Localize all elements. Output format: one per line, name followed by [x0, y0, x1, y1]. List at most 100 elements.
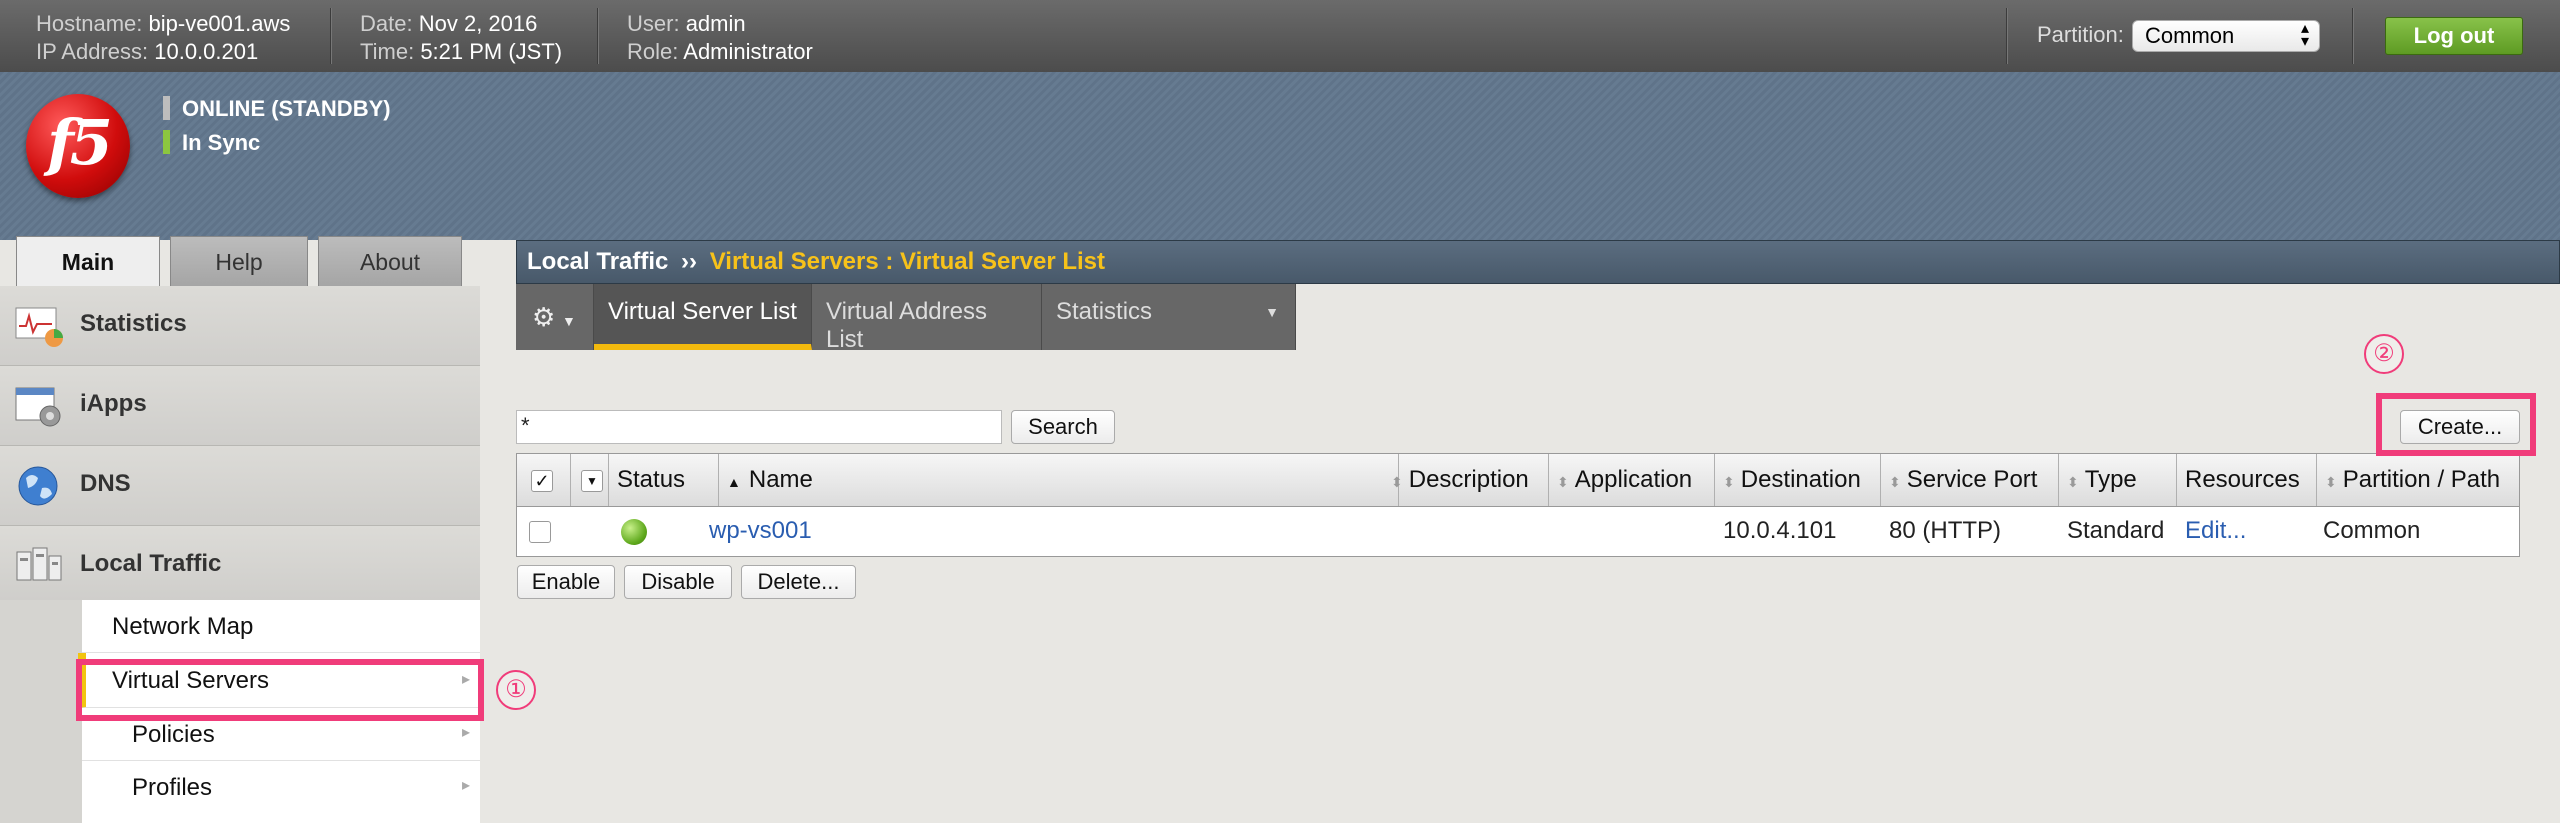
statistics-icon — [15, 307, 63, 347]
ip-value: 10.0.0.201 — [154, 39, 259, 64]
status-available-icon — [621, 519, 647, 545]
settings-menu-button[interactable]: ⚙ ▼ — [516, 284, 594, 350]
logout-button[interactable]: Log out — [2385, 17, 2523, 55]
table-header: ✓ ▼ Status ▲ Name ⬍ Description ⬍ Applicati… — [517, 454, 2519, 507]
online-status-indicator — [163, 96, 170, 120]
hostname-label: Hostname: — [36, 11, 143, 36]
type-cell: Standard — [2067, 517, 2165, 544]
time-label: Time: — [360, 39, 415, 64]
enable-button[interactable]: Enable — [517, 565, 615, 599]
partition-cell: Common — [2323, 517, 2421, 544]
column-service-port[interactable]: ⬍ Service Port — [1881, 454, 2059, 506]
delete-button[interactable]: Delete... — [741, 565, 856, 599]
sort-icon: ⬍ — [1391, 474, 1403, 490]
host-info: Hostname: bip-ve001.aws IP Address: 10.0… — [36, 10, 290, 66]
sidebar-item-statistics[interactable]: Statistics — [0, 286, 480, 366]
chevron-down-icon: ▼ — [561, 313, 576, 329]
breadcrumb-separator: ›› — [681, 248, 698, 275]
sort-ascending-icon: ▲ — [727, 474, 741, 490]
annotation-highlight-create — [2376, 393, 2536, 456]
virtual-server-table: ✓ ▼ Status ▲ Name ⬍ Description ⬍ Applicati… — [516, 453, 2520, 557]
checkmark-icon: ✓ — [531, 469, 553, 492]
breadcrumb-section[interactable]: Local Traffic — [527, 248, 668, 275]
tab-virtual-server-list[interactable]: Virtual Server List — [594, 284, 812, 350]
annotation-highlight-virtual-servers — [76, 659, 484, 721]
tab-statistics[interactable]: Statistics ▼ — [1042, 284, 1296, 350]
search-button[interactable]: Search — [1011, 410, 1115, 444]
time-value: 5:21 PM (JST) — [420, 39, 563, 64]
search-input[interactable]: * — [516, 410, 1002, 444]
partition-select[interactable]: Common ▴ ▾ — [2132, 20, 2320, 52]
service-port-cell: 80 (HTTP) — [1889, 517, 2002, 544]
gear-icon: ⚙ — [532, 302, 556, 332]
resources-edit-link[interactable]: Edit... — [2185, 506, 2246, 556]
tab-help[interactable]: Help — [170, 236, 308, 286]
logo-text: f5 — [47, 106, 113, 179]
top-bar: Hostname: bip-ve001.aws IP Address: 10.0… — [0, 0, 2560, 72]
column-description[interactable]: ⬍ Description — [1383, 454, 1549, 506]
column-resources: Resources — [2177, 454, 2317, 506]
tab-main[interactable]: Main — [16, 236, 160, 288]
ip-label: IP Address: — [36, 39, 149, 64]
sidebar-item-label: Local Traffic — [80, 550, 222, 577]
local-traffic-icon — [16, 547, 62, 581]
sort-icon: ⬍ — [1889, 474, 1901, 490]
submenu-item-profiles[interactable]: Profiles ▸ — [82, 761, 480, 814]
column-destination-label: Destination — [1740, 466, 1861, 493]
f5-logo: f5 — [26, 94, 130, 198]
date-label: Date: — [360, 11, 413, 36]
select-arrows-icon: ▴ ▾ — [2300, 20, 2309, 50]
row-checkbox[interactable] — [529, 506, 551, 556]
column-status[interactable]: Status — [609, 454, 719, 506]
column-type[interactable]: ⬍ Type — [2059, 454, 2177, 506]
sidebar-item-label: DNS — [80, 470, 131, 497]
chevron-down-icon: ▼ — [1265, 304, 1279, 320]
virtual-server-name-link[interactable]: wp-vs001 — [709, 506, 812, 556]
submenu-label: Policies — [132, 721, 215, 748]
chevron-right-icon: ▸ — [461, 777, 470, 794]
submenu-label: Profiles — [132, 774, 213, 801]
column-application[interactable]: ⬍ Application — [1549, 454, 1715, 506]
divider — [2352, 8, 2354, 64]
tab-about[interactable]: About — [318, 236, 462, 286]
hostname-value: bip-ve001.aws — [148, 11, 291, 36]
user-value: admin — [685, 11, 746, 36]
role-label: Role: — [627, 39, 679, 64]
online-status-text: ONLINE (STANDBY) — [182, 96, 391, 121]
sidebar-item-iapps[interactable]: iApps — [0, 366, 480, 446]
submenu-item-network-map[interactable]: Network Map — [82, 600, 480, 653]
user-info: User: admin Role: Administrator — [627, 10, 813, 66]
disable-button[interactable]: Disable — [624, 565, 732, 599]
column-name-label: Name — [748, 466, 813, 493]
tab-statistics-label: Statistics — [1056, 298, 1153, 325]
sort-icon: ⬍ — [1557, 474, 1569, 490]
column-description-label: Description — [1408, 466, 1529, 493]
column-service-port-label: Service Port — [1906, 466, 2038, 493]
sort-icon: ⬍ — [1723, 474, 1735, 490]
column-application-label: Application — [1574, 466, 1693, 493]
date-info: Date: Nov 2, 2016 Time: 5:21 PM (JST) — [360, 10, 562, 66]
column-partition[interactable]: ⬍ Partition / Path — [2317, 454, 2519, 506]
date-value: Nov 2, 2016 — [418, 11, 538, 36]
sidebar-item-dns[interactable]: DNS — [0, 446, 480, 526]
column-name[interactable]: ▲ Name — [719, 454, 1399, 506]
annotation-number-one: ① — [496, 670, 536, 710]
sidebar-item-local-traffic[interactable]: Local Traffic — [0, 526, 480, 600]
chevron-down-icon: ▼ — [581, 469, 603, 492]
divider — [597, 8, 599, 64]
column-partition-label: Partition / Path — [2342, 466, 2501, 493]
submenu-label: Network Map — [112, 613, 254, 640]
partition-label: Partition: — [2037, 22, 2124, 47]
divider — [2006, 8, 2008, 64]
bulk-select-dropdown[interactable]: ▼ — [571, 454, 609, 506]
destination-cell: 10.0.4.101 — [1723, 517, 1837, 544]
chevron-right-icon: ▸ — [461, 724, 470, 741]
sort-icon: ⬍ — [2325, 474, 2337, 490]
sync-status-indicator — [163, 130, 170, 154]
breadcrumb-current: Virtual Servers : Virtual Server List — [709, 248, 1106, 275]
user-label: User: — [627, 11, 680, 36]
sort-icon: ⬍ — [2067, 474, 2079, 490]
column-destination[interactable]: ⬍ Destination — [1715, 454, 1881, 506]
tab-virtual-address-list[interactable]: Virtual Address List — [812, 284, 1042, 353]
select-all-checkbox[interactable]: ✓ — [517, 454, 571, 506]
